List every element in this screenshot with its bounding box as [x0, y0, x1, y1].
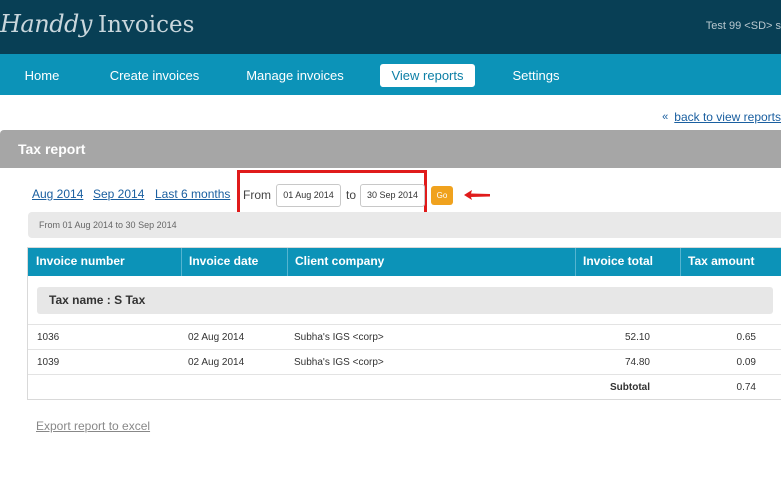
- selected-range-text: From 01 Aug 2014 to 30 Sep 2014: [39, 220, 177, 230]
- panel-header: Tax report: [0, 130, 781, 168]
- col-tax-amount: Tax amount: [688, 254, 755, 268]
- column-divider: [680, 248, 681, 276]
- back-to-view-reports-link[interactable]: « back to view reports: [662, 110, 781, 124]
- nav-home[interactable]: Home: [13, 64, 71, 87]
- col-invoice-total: Invoice total: [583, 254, 654, 268]
- quick-link-sep-2014[interactable]: Sep 2014: [93, 187, 144, 201]
- from-label: From: [243, 188, 271, 202]
- invoice-total-cell: 74.80: [624, 357, 650, 368]
- user-info: Test 99 <SD> s: [705, 20, 781, 32]
- nav-settings[interactable]: Settings: [505, 64, 567, 87]
- from-date-input[interactable]: 01 Aug 2014: [276, 184, 341, 207]
- red-arrow-icon: [464, 190, 490, 200]
- to-label: to: [346, 188, 357, 202]
- col-invoice-number: Invoice number: [36, 254, 125, 268]
- invoice-total-cell: 52.10: [624, 332, 650, 343]
- nav-manage-invoices[interactable]: Manage invoices: [241, 64, 349, 87]
- client-company-cell: Subha's IGS <corp>: [294, 332, 384, 343]
- double-left-arrow-icon: «: [662, 111, 669, 123]
- invoice-number-cell: 1039: [37, 357, 60, 368]
- export-to-excel-link[interactable]: Export report to excel: [36, 419, 150, 433]
- quick-link-last-6-months[interactable]: Last 6 months: [155, 187, 230, 201]
- invoice-date-cell: 02 Aug 2014: [188, 332, 245, 343]
- column-divider: [575, 248, 576, 276]
- column-divider: [287, 248, 288, 276]
- app-logo[interactable]: Handdy Invoices: [0, 10, 194, 42]
- tax-report-table: Invoice number Invoice date Client compa…: [27, 247, 781, 400]
- logo-script-text: Handdy: [0, 10, 92, 38]
- invoice-number-cell: 1036: [37, 332, 60, 343]
- nav-create-invoices[interactable]: Create invoices: [104, 64, 205, 87]
- invoice-date-cell: 02 Aug 2014: [188, 357, 245, 368]
- main-nav: Home Create invoices Manage invoices Vie…: [0, 54, 781, 95]
- nav-view-reports[interactable]: View reports: [380, 64, 475, 87]
- tax-amount-cell: 0.09: [736, 357, 756, 368]
- tax-name-group: Tax name : S Tax: [37, 287, 773, 314]
- table-header: Invoice number Invoice date Client compa…: [28, 248, 781, 276]
- col-client-company: Client company: [295, 254, 385, 268]
- logo-plain-text: Invoices: [97, 12, 195, 38]
- tax-name-label: Tax name : S Tax: [49, 293, 146, 307]
- selected-range-bar: From 01 Aug 2014 to 30 Sep 2014: [28, 212, 781, 238]
- table-row: 1036 02 Aug 2014 Subha's IGS <corp> 52.1…: [28, 324, 781, 349]
- tax-amount-cell: 0.65: [736, 332, 756, 343]
- go-button[interactable]: Go: [431, 186, 453, 205]
- top-bar: Handdy Invoices Test 99 <SD> s: [0, 0, 781, 54]
- quick-link-aug-2014[interactable]: Aug 2014: [32, 187, 83, 201]
- subtotal-label: Subtotal: [610, 382, 650, 393]
- table-row: 1039 02 Aug 2014 Subha's IGS <corp> 74.8…: [28, 349, 781, 374]
- to-date-input[interactable]: 30 Sep 2014: [360, 184, 425, 207]
- subtotal-value: 0.74: [736, 382, 756, 393]
- client-company-cell: Subha's IGS <corp>: [294, 357, 384, 368]
- col-invoice-date: Invoice date: [189, 254, 259, 268]
- page-title: Tax report: [18, 141, 86, 157]
- subtotal-row: Subtotal 0.74: [28, 374, 781, 399]
- column-divider: [181, 248, 182, 276]
- back-link-label: back to view reports: [674, 110, 781, 124]
